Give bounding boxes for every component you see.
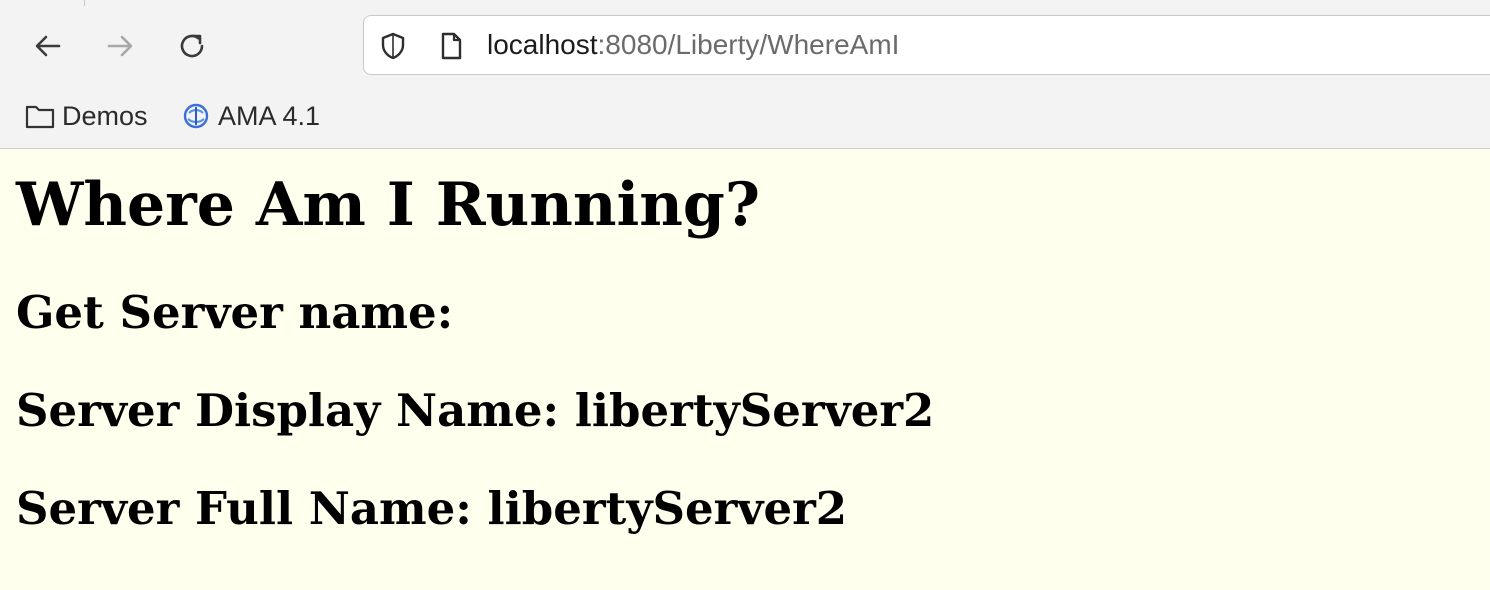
page-title: Where Am I Running? (16, 170, 760, 240)
folder-icon (24, 100, 56, 132)
server-full-name-heading: Server Full Name: libertyServer2 (16, 481, 847, 537)
url-host: localhost (487, 29, 598, 60)
back-arrow-icon (31, 29, 65, 63)
bookmark-label: Demos (62, 100, 148, 131)
server-full-name-label: Server Full Name: (16, 482, 488, 535)
url-text[interactable]: localhost:8080/Liberty/WhereAmI (487, 16, 899, 74)
back-button[interactable] (28, 26, 68, 66)
bookmark-label: AMA 4.1 (218, 100, 321, 131)
bookmarks-toolbar: Demos AMA 4.1 (0, 92, 1490, 140)
forward-button[interactable] (100, 26, 140, 66)
address-bar[interactable]: localhost:8080/Liberty/WhereAmI (363, 15, 1490, 75)
url-path: :8080/Liberty/WhereAmI (597, 29, 900, 60)
reload-icon (175, 29, 209, 63)
navigation-toolbar: localhost:8080/Liberty/WhereAmI (0, 12, 1490, 80)
page-content: Where Am I Running? Get Server name: Ser… (0, 149, 1490, 590)
forward-arrow-icon (103, 29, 137, 63)
server-display-name-value: libertyServer2 (574, 384, 935, 437)
server-display-name-heading: Server Display Name: libertyServer2 (16, 383, 934, 439)
reload-button[interactable] (172, 26, 212, 66)
get-server-name-heading: Get Server name: (16, 286, 454, 339)
ama-logo-icon (180, 100, 212, 132)
tab-strip-divider (84, 0, 85, 6)
bookmark-ama[interactable]: AMA 4.1 (180, 92, 320, 140)
browser-chrome: localhost:8080/Liberty/WhereAmI Demos AM… (0, 0, 1490, 149)
server-display-name-label: Server Display Name: (16, 384, 575, 437)
bookmark-demos[interactable]: Demos (24, 92, 148, 140)
server-full-name-value: libertyServer2 (487, 482, 848, 535)
shield-icon[interactable] (378, 31, 408, 61)
page-info-icon[interactable] (436, 31, 466, 61)
